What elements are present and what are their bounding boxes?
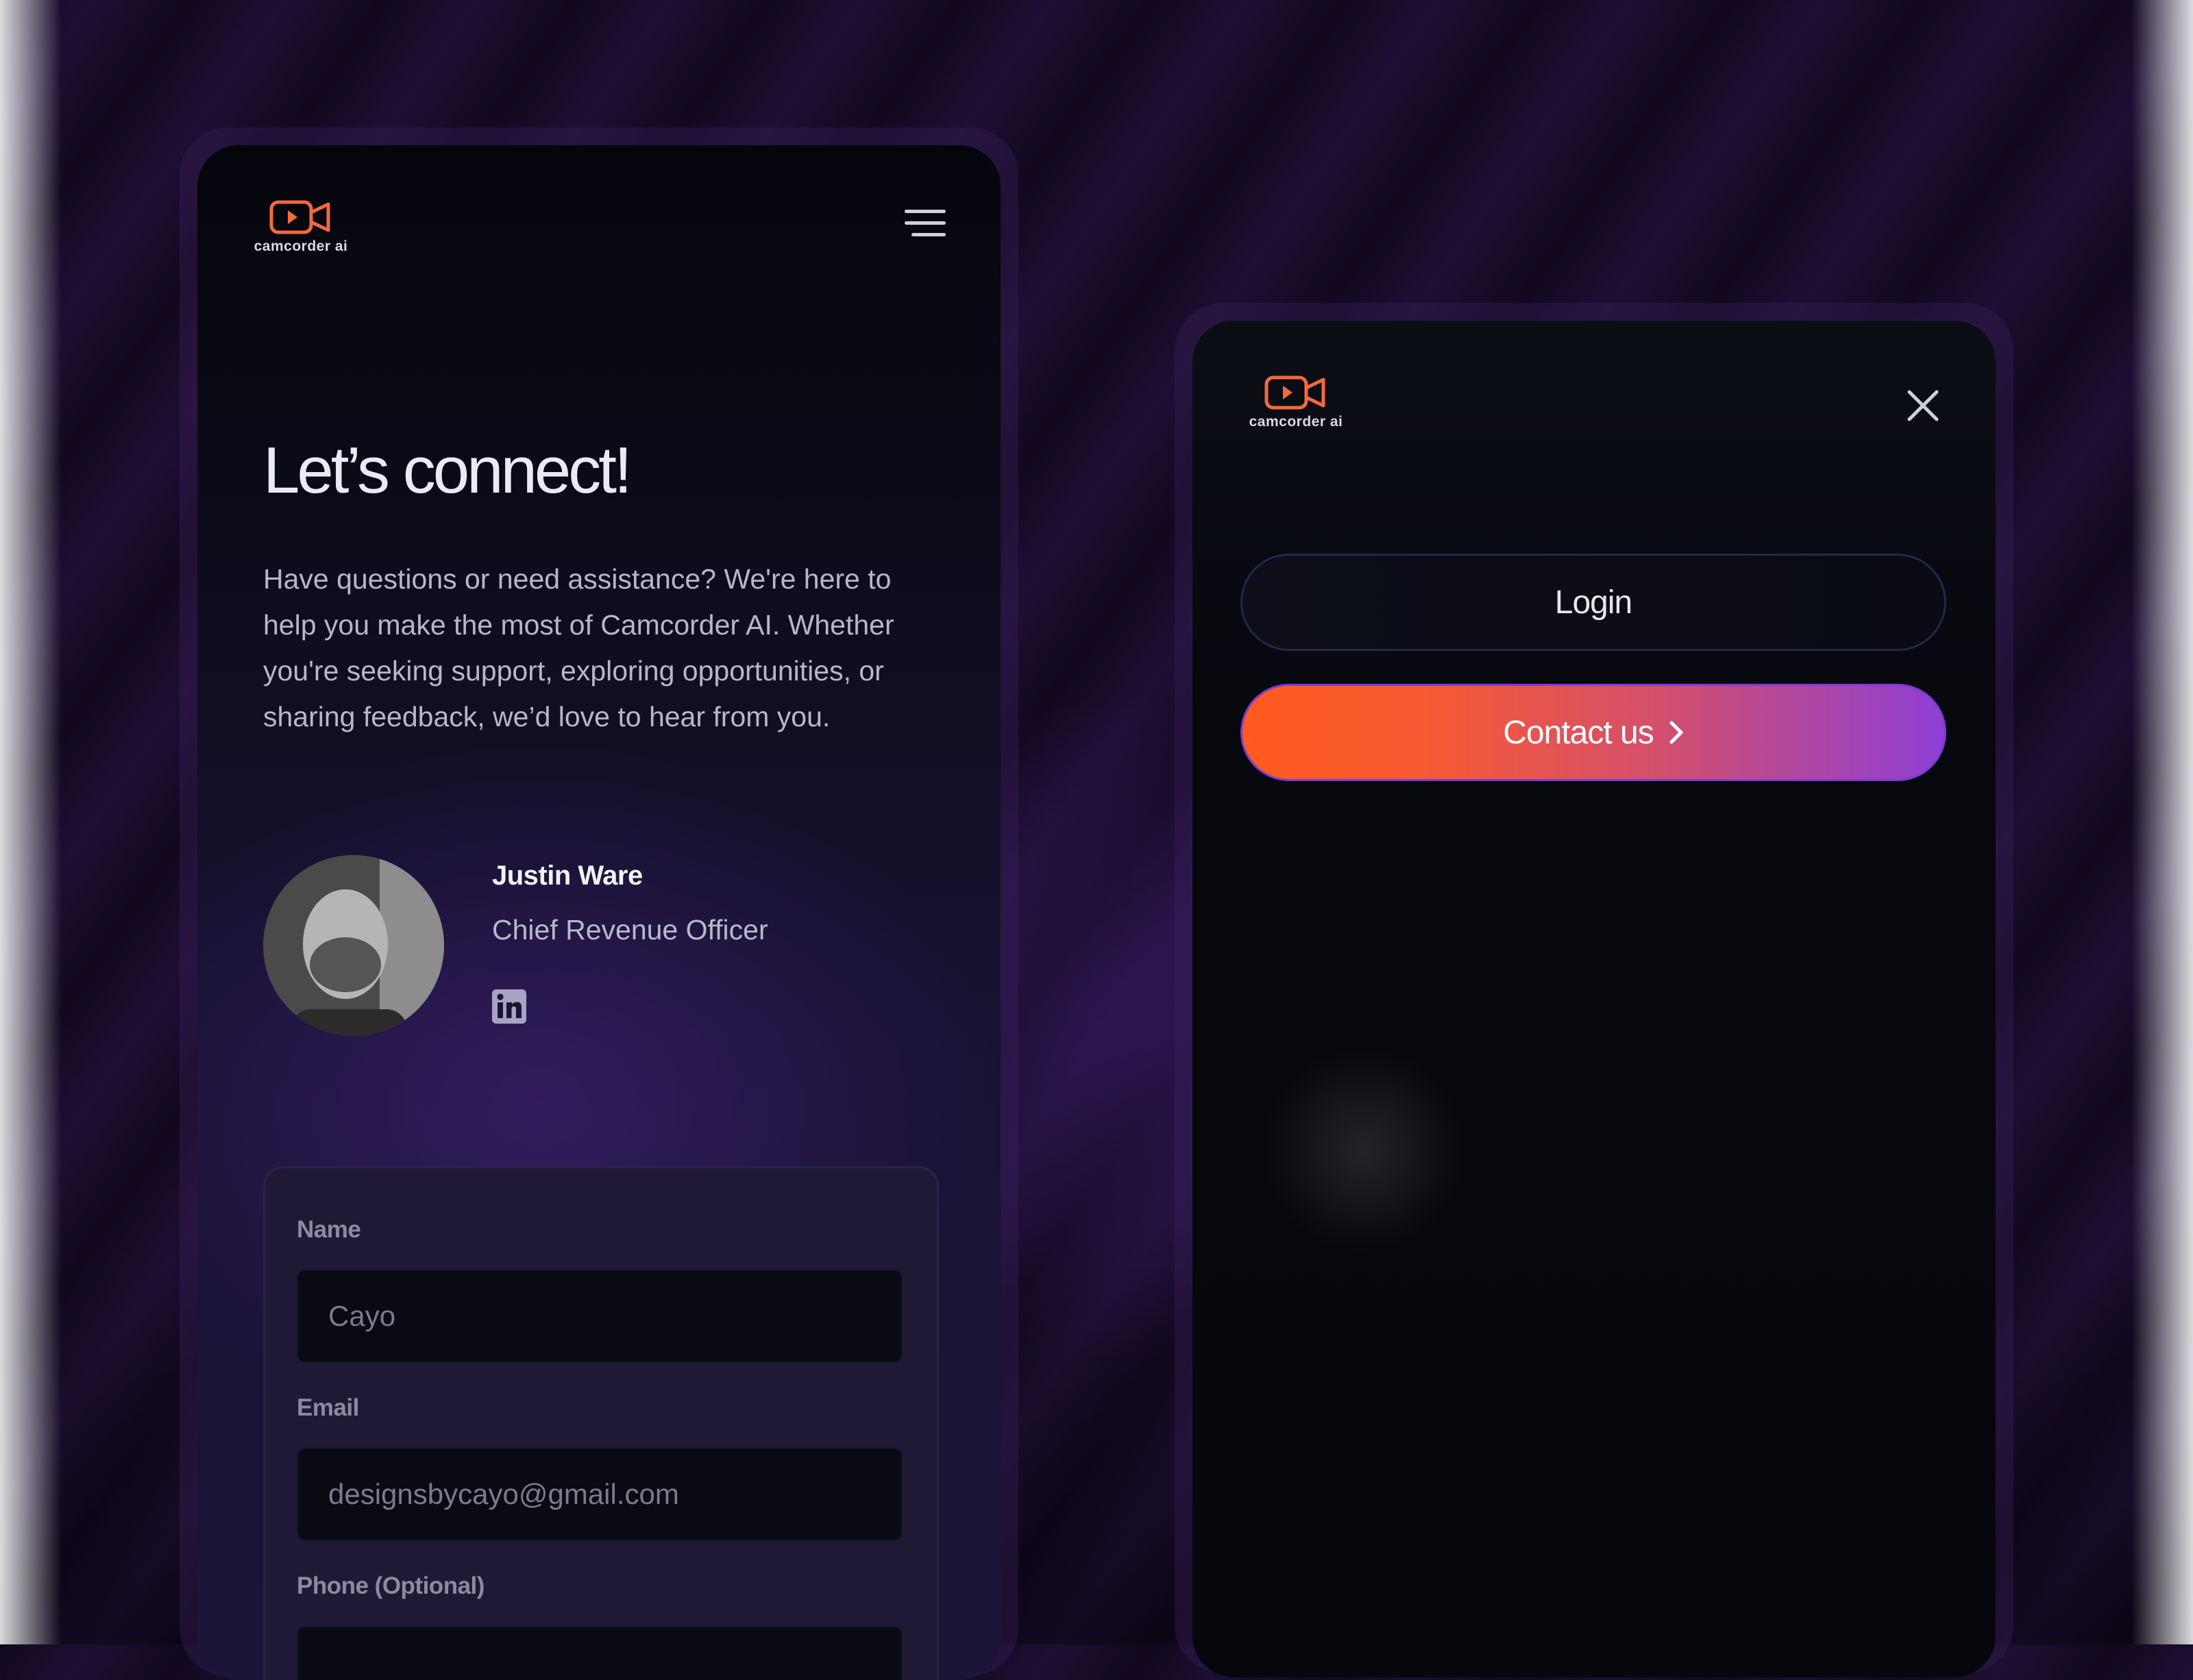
- avatar: [263, 855, 444, 1036]
- camcorder-icon: [269, 200, 330, 234]
- login-button-label: Login: [1554, 584, 1632, 621]
- contact-person-role: Chief Revenue Officer: [492, 914, 768, 946]
- phone-field[interactable]: [297, 1626, 903, 1680]
- hamburger-menu-icon[interactable]: [905, 210, 946, 240]
- close-icon[interactable]: [1905, 388, 1941, 423]
- email-label: Email: [297, 1394, 359, 1421]
- camcorder-icon: [1264, 375, 1325, 410]
- linkedin-icon[interactable]: [492, 989, 526, 1024]
- name-field[interactable]: [297, 1270, 903, 1363]
- login-button[interactable]: Login: [1240, 554, 1946, 651]
- contact-page-screen: camcorder ai Let’s connect! Have questio…: [197, 145, 1001, 1680]
- brand-name: camcorder ai: [1249, 414, 1343, 430]
- contact-us-button[interactable]: Contact us: [1240, 684, 1946, 781]
- brand-name: camcorder ai: [254, 238, 348, 254]
- intro-paragraph: Have questions or need assistance? We're…: [263, 563, 894, 732]
- contact-person-name: Justin Ware: [492, 861, 643, 891]
- brand-logo[interactable]: camcorder ai: [249, 199, 352, 255]
- contact-us-button-label: Contact us: [1503, 714, 1654, 751]
- contact-form: Name Email Phone (Optional): [263, 1166, 939, 1680]
- phone-label: Phone (Optional): [297, 1572, 485, 1599]
- brand-logo[interactable]: camcorder ai: [1245, 374, 1347, 430]
- avatar-portrait: [263, 855, 444, 1036]
- email-field[interactable]: [297, 1448, 903, 1541]
- name-label: Name: [297, 1216, 361, 1243]
- chevron-right-icon: [1669, 721, 1683, 744]
- menu-screen: camcorder ai Login Contact us: [1192, 321, 1996, 1677]
- page-title: Let’s connect!: [263, 434, 633, 507]
